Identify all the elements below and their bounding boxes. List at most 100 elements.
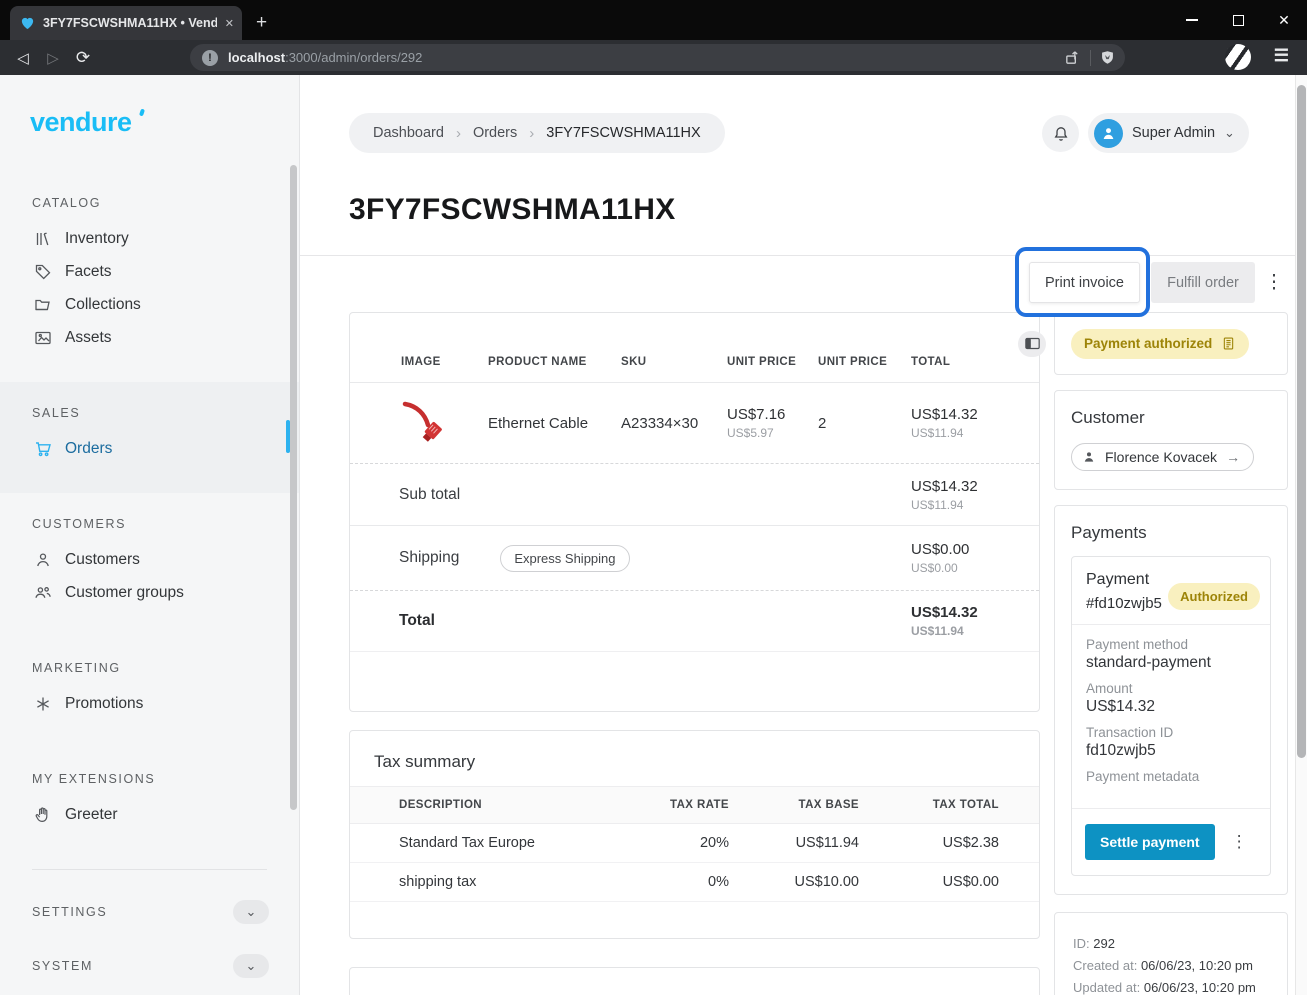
sidebar-item-inventory[interactable]: Inventory xyxy=(0,222,299,255)
sidebar-item-greeter[interactable]: Greeter xyxy=(0,798,299,831)
page-scrollbar[interactable] xyxy=(1295,75,1307,995)
payments-card: Payments Payment #fd10zwjb5 Authorized P… xyxy=(1054,505,1288,895)
payment-field: Amount US$14.32 xyxy=(1086,681,1256,716)
payments-title: Payments xyxy=(1071,523,1271,543)
entity-info-card: ID: 292 Created at: 06/06/23, 10:20 pm U… xyxy=(1054,912,1288,995)
payment-actions: Settle payment ⋮ xyxy=(1072,808,1270,875)
forward-button[interactable]: ▷ xyxy=(38,49,68,67)
page-title: 3FY7FSCWSHMA11HX xyxy=(349,193,676,227)
payment-fields: Payment method standard-payment Amount U… xyxy=(1072,625,1270,805)
state-history-icon[interactable] xyxy=(1221,336,1236,351)
sidebar-item-promotions[interactable]: Promotions xyxy=(0,687,299,720)
entity-id: ID: 292 xyxy=(1073,933,1269,955)
main-content: Dashboard › Orders › 3FY7FSCWSHMA11HX Su… xyxy=(300,75,1295,995)
sidebar-item-label: Facets xyxy=(65,263,112,281)
chevron-right-icon: › xyxy=(529,125,534,142)
address-bar[interactable]: ! localhost:3000/admin/orders/292 xyxy=(190,44,1125,71)
breadcrumb-orders[interactable]: Orders xyxy=(473,125,517,141)
share-icon[interactable] xyxy=(1064,49,1081,66)
sidebar-item-assets[interactable]: Assets xyxy=(0,321,299,354)
shipping-value: US$0.00 US$0.00 xyxy=(911,541,969,575)
vendure-logo: vendure xyxy=(30,107,140,138)
breadcrumb-current: 3FY7FSCWSHMA11HX xyxy=(546,125,700,141)
order-actions-kebab-icon[interactable]: ⋮ xyxy=(1260,262,1288,303)
sidebar-item-system[interactable]: SYSTEM ⌄ xyxy=(32,954,269,978)
new-tab-button[interactable]: + xyxy=(256,13,267,33)
back-button[interactable]: ◁ xyxy=(8,49,38,67)
print-invoice-button[interactable]: Print invoice xyxy=(1029,262,1140,303)
url-host: localhost xyxy=(228,50,285,65)
window-close-button[interactable]: ✕ xyxy=(1261,0,1307,40)
browser-toolbar: ◁ ▷ ⟳ ! localhost:3000/admin/orders/292 … xyxy=(0,40,1307,75)
url-path: :3000/admin/orders/292 xyxy=(285,50,422,65)
column-header: TAX BASE xyxy=(729,799,859,811)
unit-price-cell: US$7.16 US$5.97 xyxy=(727,406,818,440)
profile-avatar[interactable] xyxy=(1225,44,1251,70)
shipping-label: Shipping xyxy=(399,549,459,567)
order-table-header: IMAGE PRODUCT NAME SKU UNIT PRICE UNIT P… xyxy=(350,313,1039,383)
chevron-down-icon[interactable]: ⌄ xyxy=(233,900,269,924)
column-header: SKU xyxy=(621,356,727,368)
tax-summary-card: Tax summary DESCRIPTION TAX RATE TAX BAS… xyxy=(349,730,1040,939)
breadcrumb-dashboard[interactable]: Dashboard xyxy=(373,125,444,141)
page-scrollbar-thumb[interactable] xyxy=(1297,85,1306,758)
subtotal-value: US$14.32 US$11.94 xyxy=(911,478,978,512)
entity-updated: Updated at: 06/06/23, 10:20 pm xyxy=(1073,977,1269,995)
user-menu[interactable]: Super Admin ⌄ xyxy=(1088,113,1249,153)
breadcrumb: Dashboard › Orders › 3FY7FSCWSHMA11HX xyxy=(349,113,725,153)
chevron-down-icon[interactable]: ⌄ xyxy=(233,954,269,978)
user-name: Super Admin xyxy=(1132,125,1215,141)
payment-status-badge: Authorized xyxy=(1168,583,1260,610)
quantity-cell: 2 xyxy=(818,415,911,432)
brave-shield-icon[interactable] xyxy=(1100,49,1115,66)
nav-group-extensions: MY EXTENSIONS Greeter xyxy=(0,748,299,859)
tax-row: shipping tax 0% US$10.00 US$0.00 xyxy=(350,863,1039,902)
settings-label: SETTINGS xyxy=(32,905,107,919)
person-icon xyxy=(34,551,52,569)
sidebar-item-settings[interactable]: SETTINGS ⌄ xyxy=(32,900,269,924)
total-label: Total xyxy=(399,612,435,630)
sidebar-item-collections[interactable]: Collections xyxy=(0,288,299,321)
order-state-badge: Payment authorized xyxy=(1071,329,1249,359)
browser-menu-icon[interactable]: ☰ xyxy=(1274,46,1289,66)
sidebar-item-label: Assets xyxy=(65,329,112,347)
promotions-icon xyxy=(34,695,52,713)
sidebar-item-label: Collections xyxy=(65,296,141,314)
fulfill-order-button[interactable]: Fulfill order xyxy=(1151,262,1255,303)
people-icon xyxy=(34,584,52,602)
payment-kebab-icon[interactable]: ⋮ xyxy=(1231,832,1248,852)
tax-summary-title: Tax summary xyxy=(350,731,1039,772)
column-settings-button[interactable] xyxy=(1018,331,1046,357)
window-minimize-button[interactable] xyxy=(1169,0,1215,40)
image-icon xyxy=(34,329,52,347)
order-line-row: Ethernet Cable A23334×30 US$7.16 US$5.97… xyxy=(350,383,1039,464)
notifications-button[interactable] xyxy=(1042,115,1079,152)
sidebar-item-label: Greeter xyxy=(65,806,118,824)
sidebar-scrollbar[interactable] xyxy=(290,165,297,810)
shipping-method-chip: Express Shipping xyxy=(500,545,629,572)
tax-row: Standard Tax Europe 20% US$11.94 US$2.38 xyxy=(350,824,1039,863)
total-row: Total US$14.32 US$11.94 xyxy=(350,591,1039,652)
column-header: PRODUCT NAME xyxy=(488,356,621,368)
nav-section-label: MY EXTENSIONS xyxy=(32,772,299,786)
order-state-card: Payment authorized xyxy=(1054,312,1288,375)
sidebar-item-orders[interactable]: Orders xyxy=(0,432,299,465)
settle-payment-button[interactable]: Settle payment xyxy=(1085,824,1215,860)
column-header: TOTAL xyxy=(911,356,1018,368)
sidebar-item-customers[interactable]: Customers xyxy=(0,543,299,576)
site-info-icon[interactable]: ! xyxy=(202,50,218,66)
sidebar-item-facets[interactable]: Facets xyxy=(0,255,299,288)
sidebar-item-customer-groups[interactable]: Customer groups xyxy=(0,576,299,609)
reload-button[interactable]: ⟳ xyxy=(68,48,98,68)
window-maximize-button[interactable] xyxy=(1215,0,1261,40)
customer-link[interactable]: Florence Kovacek → xyxy=(1071,443,1254,471)
sidebar-item-label: Orders xyxy=(65,440,112,458)
nav-section-label: CATALOG xyxy=(32,196,299,210)
maximize-icon xyxy=(1233,15,1244,26)
browser-tab[interactable]: 3FY7FSCWSHMA11HX • Vendure ✕ xyxy=(10,6,242,40)
hand-icon xyxy=(34,806,52,824)
tab-close-icon[interactable]: ✕ xyxy=(225,17,234,30)
nav-section-label: SALES xyxy=(32,406,299,420)
divider xyxy=(1090,50,1091,66)
entity-created: Created at: 06/06/23, 10:20 pm xyxy=(1073,955,1269,977)
